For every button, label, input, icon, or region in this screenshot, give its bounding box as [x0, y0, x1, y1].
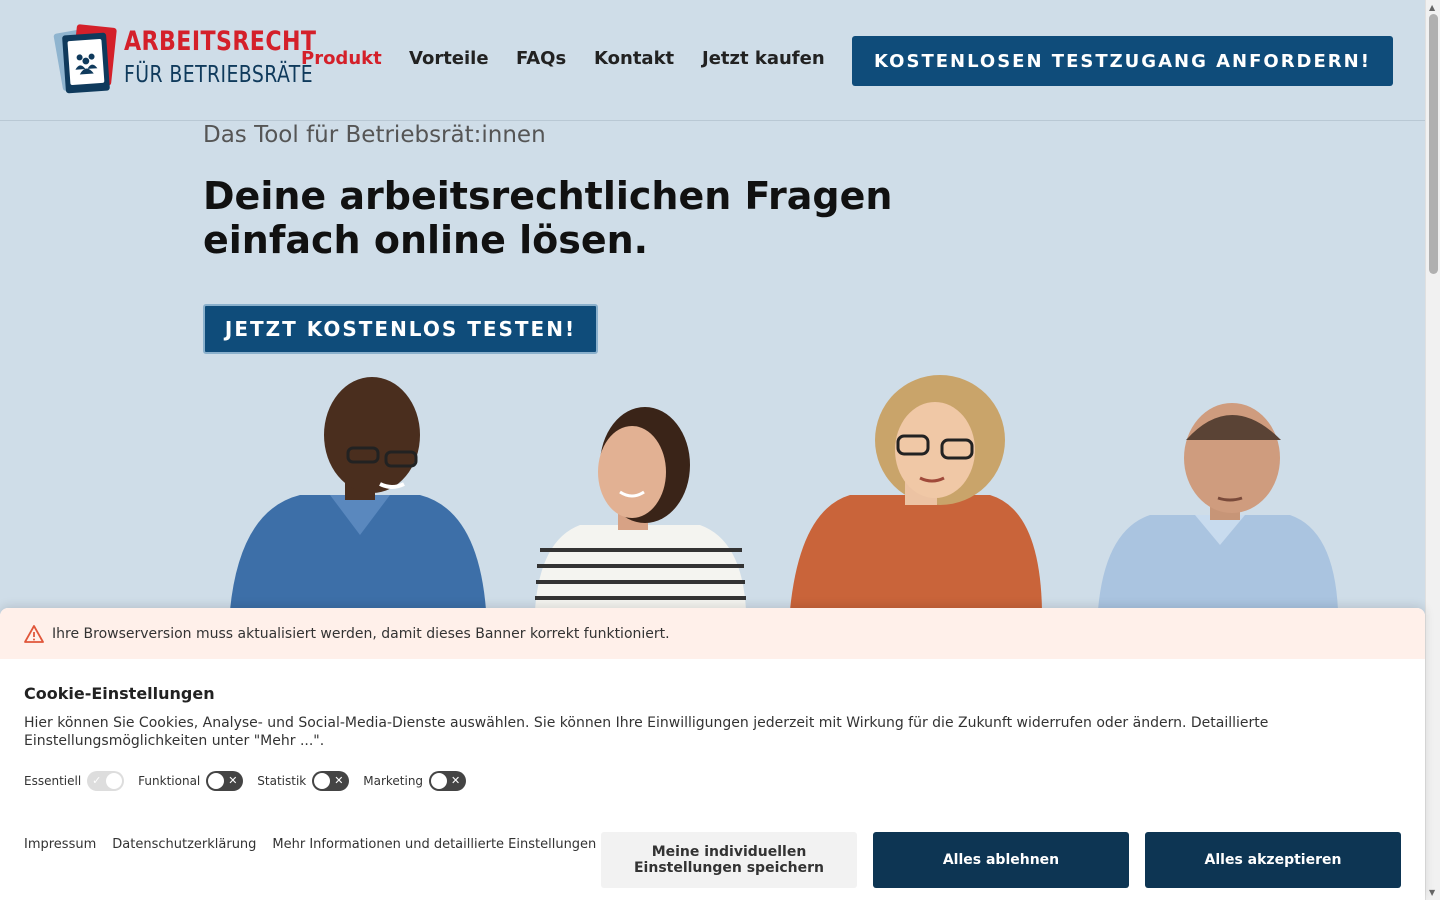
browser-warning: Ihre Browserversion muss aktualisiert we…: [0, 608, 1425, 659]
people-group-icon: [67, 38, 105, 86]
toggle-label-essentiell: Essentiell: [24, 774, 82, 788]
toggle-knob: [431, 773, 448, 789]
toggle-group-essentiell: Essentiell ✓: [24, 771, 125, 791]
toggle-knob: [208, 773, 225, 789]
toggle-funktional[interactable]: ✕: [206, 771, 244, 791]
toggle-group-funktional: Funktional ✕: [138, 771, 244, 791]
logo-card-front: [62, 32, 110, 94]
x-icon: ✕: [334, 774, 344, 787]
check-icon: ✓: [92, 774, 102, 787]
x-icon: ✕: [451, 774, 461, 787]
nav-item-jetzt-kaufen[interactable]: Jetzt kaufen: [702, 48, 825, 69]
more-info-link[interactable]: Mehr Informationen und detaillierte Eins…: [272, 837, 596, 852]
toggle-group-marketing: Marketing ✕: [363, 771, 467, 791]
scroll-up-arrow-icon[interactable]: ▲: [1429, 3, 1435, 12]
toggle-knob: [106, 773, 123, 789]
request-trial-button[interactable]: KOSTENLOSEN TESTZUGANG ANFORDERN!: [852, 36, 1393, 86]
cookie-banner: Ihre Browserversion muss aktualisiert we…: [0, 608, 1425, 900]
datenschutz-link[interactable]: Datenschutzerklärung: [112, 837, 256, 852]
toggle-label-funktional: Funktional: [138, 774, 201, 788]
toggle-marketing[interactable]: ✕: [429, 771, 467, 791]
hero-people-image: [0, 370, 1425, 610]
person-3: [790, 375, 1042, 610]
hero-subtitle: Das Tool für Betriebsrät:innen: [203, 122, 546, 148]
person-1: [230, 377, 486, 610]
hero-title: Deine arbeitsrechtlichen Fragen einfach …: [203, 174, 893, 262]
reject-all-button[interactable]: Alles ablehnen: [873, 832, 1129, 888]
scroll-down-arrow-icon[interactable]: ▼: [1429, 888, 1435, 897]
people-illustration: [230, 375, 1338, 610]
site-header: ARBEITSRECHT FÜR BETRIEBSRÄTE Produkt Vo…: [0, 0, 1425, 121]
toggle-essentiell: ✓: [87, 771, 125, 791]
cookie-title: Cookie-Einstellungen: [24, 684, 215, 703]
impressum-link[interactable]: Impressum: [24, 837, 96, 852]
toggle-knob: [314, 773, 331, 789]
accept-all-button[interactable]: Alles akzeptieren: [1145, 832, 1401, 888]
nav-item-kontakt[interactable]: Kontakt: [594, 48, 674, 69]
toggle-label-marketing: Marketing: [363, 774, 424, 788]
nav-item-vorteile[interactable]: Vorteile: [409, 48, 489, 69]
logo-text-line1: ARBEITSRECHT: [124, 26, 317, 57]
x-icon: ✕: [228, 774, 238, 787]
save-settings-button[interactable]: Meine individuellen Einstellungen speich…: [601, 832, 857, 888]
toggle-statistik[interactable]: ✕: [312, 771, 350, 791]
test-free-button[interactable]: JETZT KOSTENLOS TESTEN!: [203, 304, 598, 354]
warning-triangle-icon: [24, 624, 44, 643]
nav-item-faqs[interactable]: FAQs: [516, 48, 566, 69]
cookie-links: Impressum Datenschutzerklärung Mehr Info…: [24, 837, 612, 852]
nav-item-produkt[interactable]: Produkt: [301, 48, 382, 69]
logo-text-line2: FÜR BETRIEBSRÄTE: [124, 62, 314, 88]
scrollbar-thumb[interactable]: [1429, 14, 1438, 274]
page-scrollbar[interactable]: ▲ ▼: [1425, 0, 1440, 900]
person-4: [1098, 403, 1338, 610]
person-2: [535, 407, 746, 610]
cookie-description: Hier können Sie Cookies, Analyse- und So…: [24, 715, 1269, 749]
browser-warning-text: Ihre Browserversion muss aktualisiert we…: [52, 625, 670, 642]
cookie-toggles: Essentiell ✓ Funktional ✕ Statistik ✕ Ma…: [24, 771, 480, 791]
toggle-label-statistik: Statistik: [257, 774, 307, 788]
toggle-group-statistik: Statistik ✕: [257, 771, 350, 791]
